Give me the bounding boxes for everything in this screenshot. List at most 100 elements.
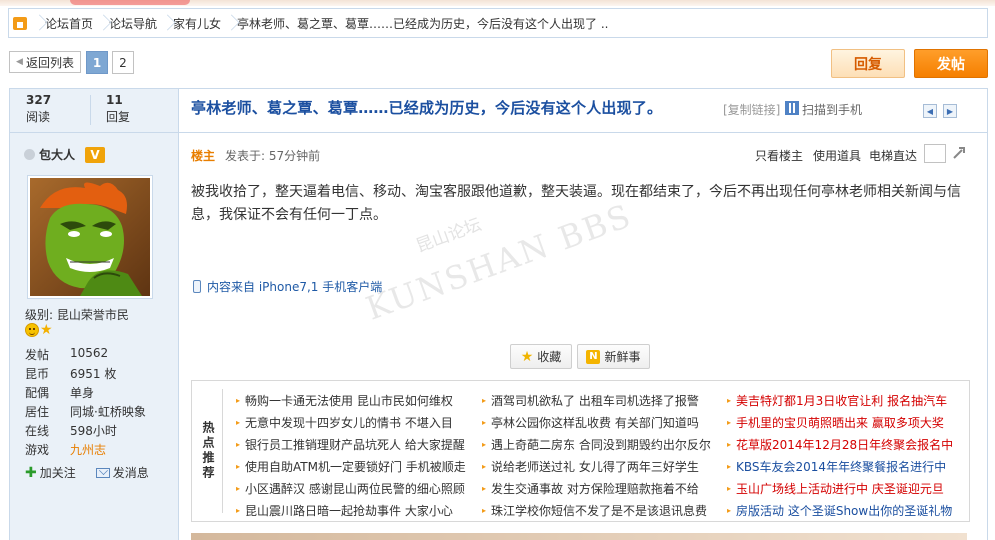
thread-title: 亭林老师、葛之覃、葛覃……已经成为历史，今后没有这个人出现了。 [191,99,663,117]
list-item[interactable]: ▸ 发生交通事故 对方保险理赔款拖着不给 [482,477,711,499]
prev-thread-button[interactable]: ◀ [923,104,937,118]
home-link[interactable] [9,9,31,37]
hot-link[interactable]: 遇上奇葩二房东 合同没到期毁约出尔反尔 [491,436,711,453]
hot-column-2: ▸ 酒驾司机欲私了 出租车司机选择了报警 ▸ 亭林公园你这样乱收费 有关部门知道吗 … [482,389,711,521]
list-item[interactable]: ▸ 昆山震川路日暗一起抢劫事件 大家小心 [236,499,466,521]
profile-value: 单身 [70,386,95,400]
bullet-icon: ▸ [727,417,732,427]
hot-link[interactable]: 畅购一卡通无法使用 昆山市民如何维权 [245,392,453,409]
favorite-label: 收藏 [537,350,562,364]
page-2-button[interactable]: 2 [112,51,134,74]
bullet-icon: ▸ [727,505,732,515]
list-item[interactable]: ▸ 小区遇醉汉 感谢昆山两位民警的细心照顾 [236,477,466,499]
replies-stat: 11 回复 [106,93,130,125]
bullet-icon: ▸ [236,461,241,471]
only-owner-link[interactable]: 只看楼主 [755,147,803,164]
profile-game-link[interactable]: 九州志 [70,441,106,458]
list-item[interactable]: ▸ 酒驾司机欲私了 出租车司机选择了报警 [482,389,711,411]
hot-link[interactable]: 发生交通事故 对方保险理赔款拖着不给 [491,480,699,497]
bullet-icon: ▸ [482,417,487,427]
breadcrumb-separator [159,9,171,37]
hot-link[interactable]: 说给老师送过礼 女儿得了两年三好学生 [491,458,699,475]
author-medals: ★ [25,323,53,337]
hot-link[interactable]: 房版活动 这个圣诞Show出你的圣诞礼物 [736,502,952,519]
profile-key: 配偶 [25,386,50,400]
list-item[interactable]: ▸ 美吉特灯都1月3日收官让利 报名抽汽车 [727,389,953,411]
list-item[interactable]: ▸ 房版活动 这个圣诞Show出你的圣诞礼物 [727,499,953,521]
list-item[interactable]: ▸ 珠江学校你短信不发了是不是该退讯息费 [482,499,711,521]
list-item[interactable]: ▸ 遇上奇葩二房东 合同没到期毁约出尔反尔 [482,433,711,455]
hot-link[interactable]: KBS车友会2014年年终聚餐报名进行中 [736,458,946,475]
fresh-label: 新鲜事 [604,350,641,364]
breadcrumb-item-board[interactable]: 家有儿女 [171,15,223,32]
send-message-button[interactable]: 发消息 [113,464,149,481]
hot-link[interactable]: 花草版2014年12月28日年终聚会报名中 [736,436,953,453]
avatar-image [30,178,150,296]
qr-code-icon[interactable] [785,101,799,115]
bullet-icon: ▸ [482,461,487,471]
profile-key: 发帖 [25,348,50,362]
views-count: 327 [26,93,52,107]
list-item[interactable]: ▸ 手机里的宝贝萌照晒出来 赢取多项大奖 [727,411,953,433]
next-thread-button[interactable]: ▶ [943,104,957,118]
scan-to-phone-link[interactable]: 扫描到手机 [802,101,862,118]
breadcrumb-item-forum-home[interactable]: 论坛首页 [43,15,95,32]
use-item-link[interactable]: 使用道具 [813,147,861,164]
hot-link[interactable]: 昆山震川路日暗一起抢劫事件 大家小心 [245,502,453,519]
hot-link[interactable]: 珠江学校你短信不发了是不是该退讯息费 [491,502,707,519]
home-icon [13,16,27,30]
posted-time: 发表于: 57分钟前 [225,149,321,163]
avatar[interactable] [27,175,153,299]
bullet-icon: ▸ [236,417,241,427]
profile-key: 居住 [25,405,50,419]
bullet-icon: ▸ [236,439,241,449]
copy-link-button[interactable]: [复制链接] [723,101,780,118]
hot-link[interactable]: 手机里的宝贝萌照晒出来 赢取多项大奖 [736,414,944,431]
list-item[interactable]: ▸ 亭林公园你这样乱收费 有关部门知道吗 [482,411,711,433]
floor-jump-input[interactable] [924,144,946,163]
hot-link[interactable]: 玉山广场线上活动进行中 庆圣诞迎元旦 [736,480,944,497]
share-fresh-button[interactable]: N 新鲜事 [577,344,650,369]
hot-link[interactable]: 美吉特灯都1月3日收官让利 报名抽汽车 [736,392,947,409]
hot-link[interactable]: 小区遇醉汉 感谢昆山两位民警的细心照顾 [245,480,465,497]
vip-badge[interactable]: V [85,146,106,163]
list-item[interactable]: ▸ 花草版2014年12月28日年终聚会报名中 [727,433,953,455]
client-source-link[interactable]: 内容来自 iPhone7,1 手机客户端 [207,278,382,295]
breadcrumb-item-forum-nav[interactable]: 论坛导航 [107,15,159,32]
author-name-link[interactable]: 包大人 [39,146,75,163]
jump-arrow-icon[interactable] [951,145,967,161]
list-item[interactable]: ▸ 玉山广场线上活动进行中 庆圣诞迎元旦 [727,477,953,499]
list-item[interactable]: ▸ 说给老师送过礼 女儿得了两年三好学生 [482,455,711,477]
chevron-right-icon: ▶ [946,106,954,116]
bullet-icon: ▸ [727,461,732,471]
list-item[interactable]: ▸ KBS车友会2014年年终聚餐报名进行中 [727,455,953,477]
profile-value: 同城·虹桥映象 [70,405,146,419]
list-item[interactable]: ▸ 银行员工推销理财产品坑死人 给大家提醒 [236,433,466,455]
profile-key: 昆币 [25,367,50,381]
star-icon: ★ [520,348,534,365]
back-to-list-button[interactable]: ◀ 返回列表 [9,51,81,73]
hot-link[interactable]: 无意中发现十四岁女儿的情书 不堪入目 [245,414,453,431]
thread-stats: 327 阅读 11 回复 [9,88,179,133]
profile-row-game: 游戏 九州志 [25,441,175,458]
new-post-button[interactable]: 发帖 [914,49,988,78]
hot-link[interactable]: 使用自助ATM机一定要锁好门 手机被顺走 [245,458,466,475]
favorite-button[interactable]: ★ 收藏 [510,344,572,369]
list-item[interactable]: ▸ 使用自助ATM机一定要锁好门 手机被顺走 [236,455,466,477]
hot-link[interactable]: 亭林公园你这样乱收费 有关部门知道吗 [491,414,699,431]
top-banner-strip [0,0,995,6]
replies-label: 回复 [106,110,131,124]
page-1-button[interactable]: 1 [86,51,108,74]
chevron-left-icon: ◀ [16,57,23,67]
breadcrumb-item-thread[interactable]: 亭林老师、葛之覃、葛覃……已经成为历史，今后没有这个人出现了 .. [235,15,610,32]
list-item[interactable]: ▸ 畅购一卡通无法使用 昆山市民如何维权 [236,389,466,411]
plus-icon: ✚ [25,464,37,481]
hot-link[interactable]: 酒驾司机欲私了 出租车司机选择了报警 [491,392,699,409]
follow-button[interactable]: 加关注 [40,464,76,481]
list-item[interactable]: ▸ 无意中发现十四岁女儿的情书 不堪入目 [236,411,466,433]
hot-link[interactable]: 银行员工推销理财产品坑死人 给大家提醒 [245,436,465,453]
reply-button[interactable]: 回复 [831,49,905,78]
post-content-area: 楼主 发表于: 57分钟前 只看楼主 使用道具 电梯直达 KUNSHAN BBS… [179,133,988,540]
bullet-icon: ▸ [482,505,487,515]
profile-key: 游戏 [25,443,50,457]
